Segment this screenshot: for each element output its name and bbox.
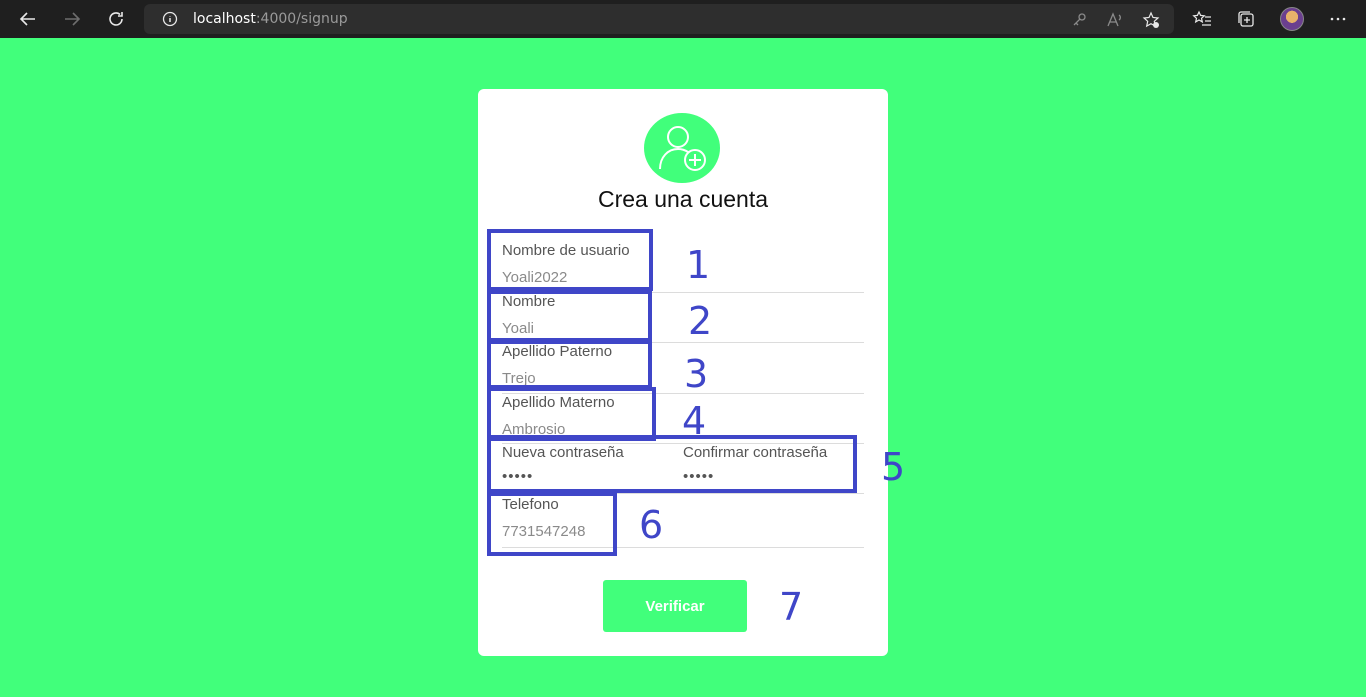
address-bar[interactable]: localhost:4000/signup <box>144 4 1174 34</box>
info-icon[interactable] <box>162 11 178 27</box>
url-text: localhost:4000/signup <box>193 11 348 27</box>
annotation-number-6: 6 <box>639 503 664 547</box>
favorites-icon[interactable] <box>1187 4 1217 34</box>
refresh-icon[interactable] <box>101 4 131 34</box>
annotation-number-1: 1 <box>686 243 711 287</box>
annotation-number-2: 2 <box>688 299 713 343</box>
back-icon[interactable] <box>13 4 43 34</box>
page-title: Crea una cuenta <box>597 186 769 212</box>
favorite-add-icon[interactable] <box>1142 11 1160 29</box>
add-user-icon <box>644 113 720 183</box>
annotation-box-4 <box>487 387 656 441</box>
read-aloud-icon[interactable] <box>1106 11 1124 29</box>
verify-button[interactable]: Verificar <box>603 580 747 632</box>
annotation-box-1 <box>487 229 653 291</box>
annotation-number-5: 5 <box>881 445 906 489</box>
key-icon[interactable] <box>1070 11 1088 29</box>
annotation-box-3 <box>487 340 652 389</box>
annotation-number-7: 7 <box>779 585 804 629</box>
collections-icon[interactable] <box>1231 4 1261 34</box>
browser-toolbar: localhost:4000/signup <box>0 0 1366 38</box>
annotation-box-5 <box>487 435 857 493</box>
forward-icon[interactable] <box>57 4 87 34</box>
profile-avatar[interactable] <box>1280 7 1304 31</box>
annotation-box-2 <box>487 290 652 342</box>
more-menu-icon[interactable] <box>1323 4 1353 34</box>
annotation-number-3: 3 <box>684 352 709 396</box>
annotation-box-6 <box>487 492 617 556</box>
